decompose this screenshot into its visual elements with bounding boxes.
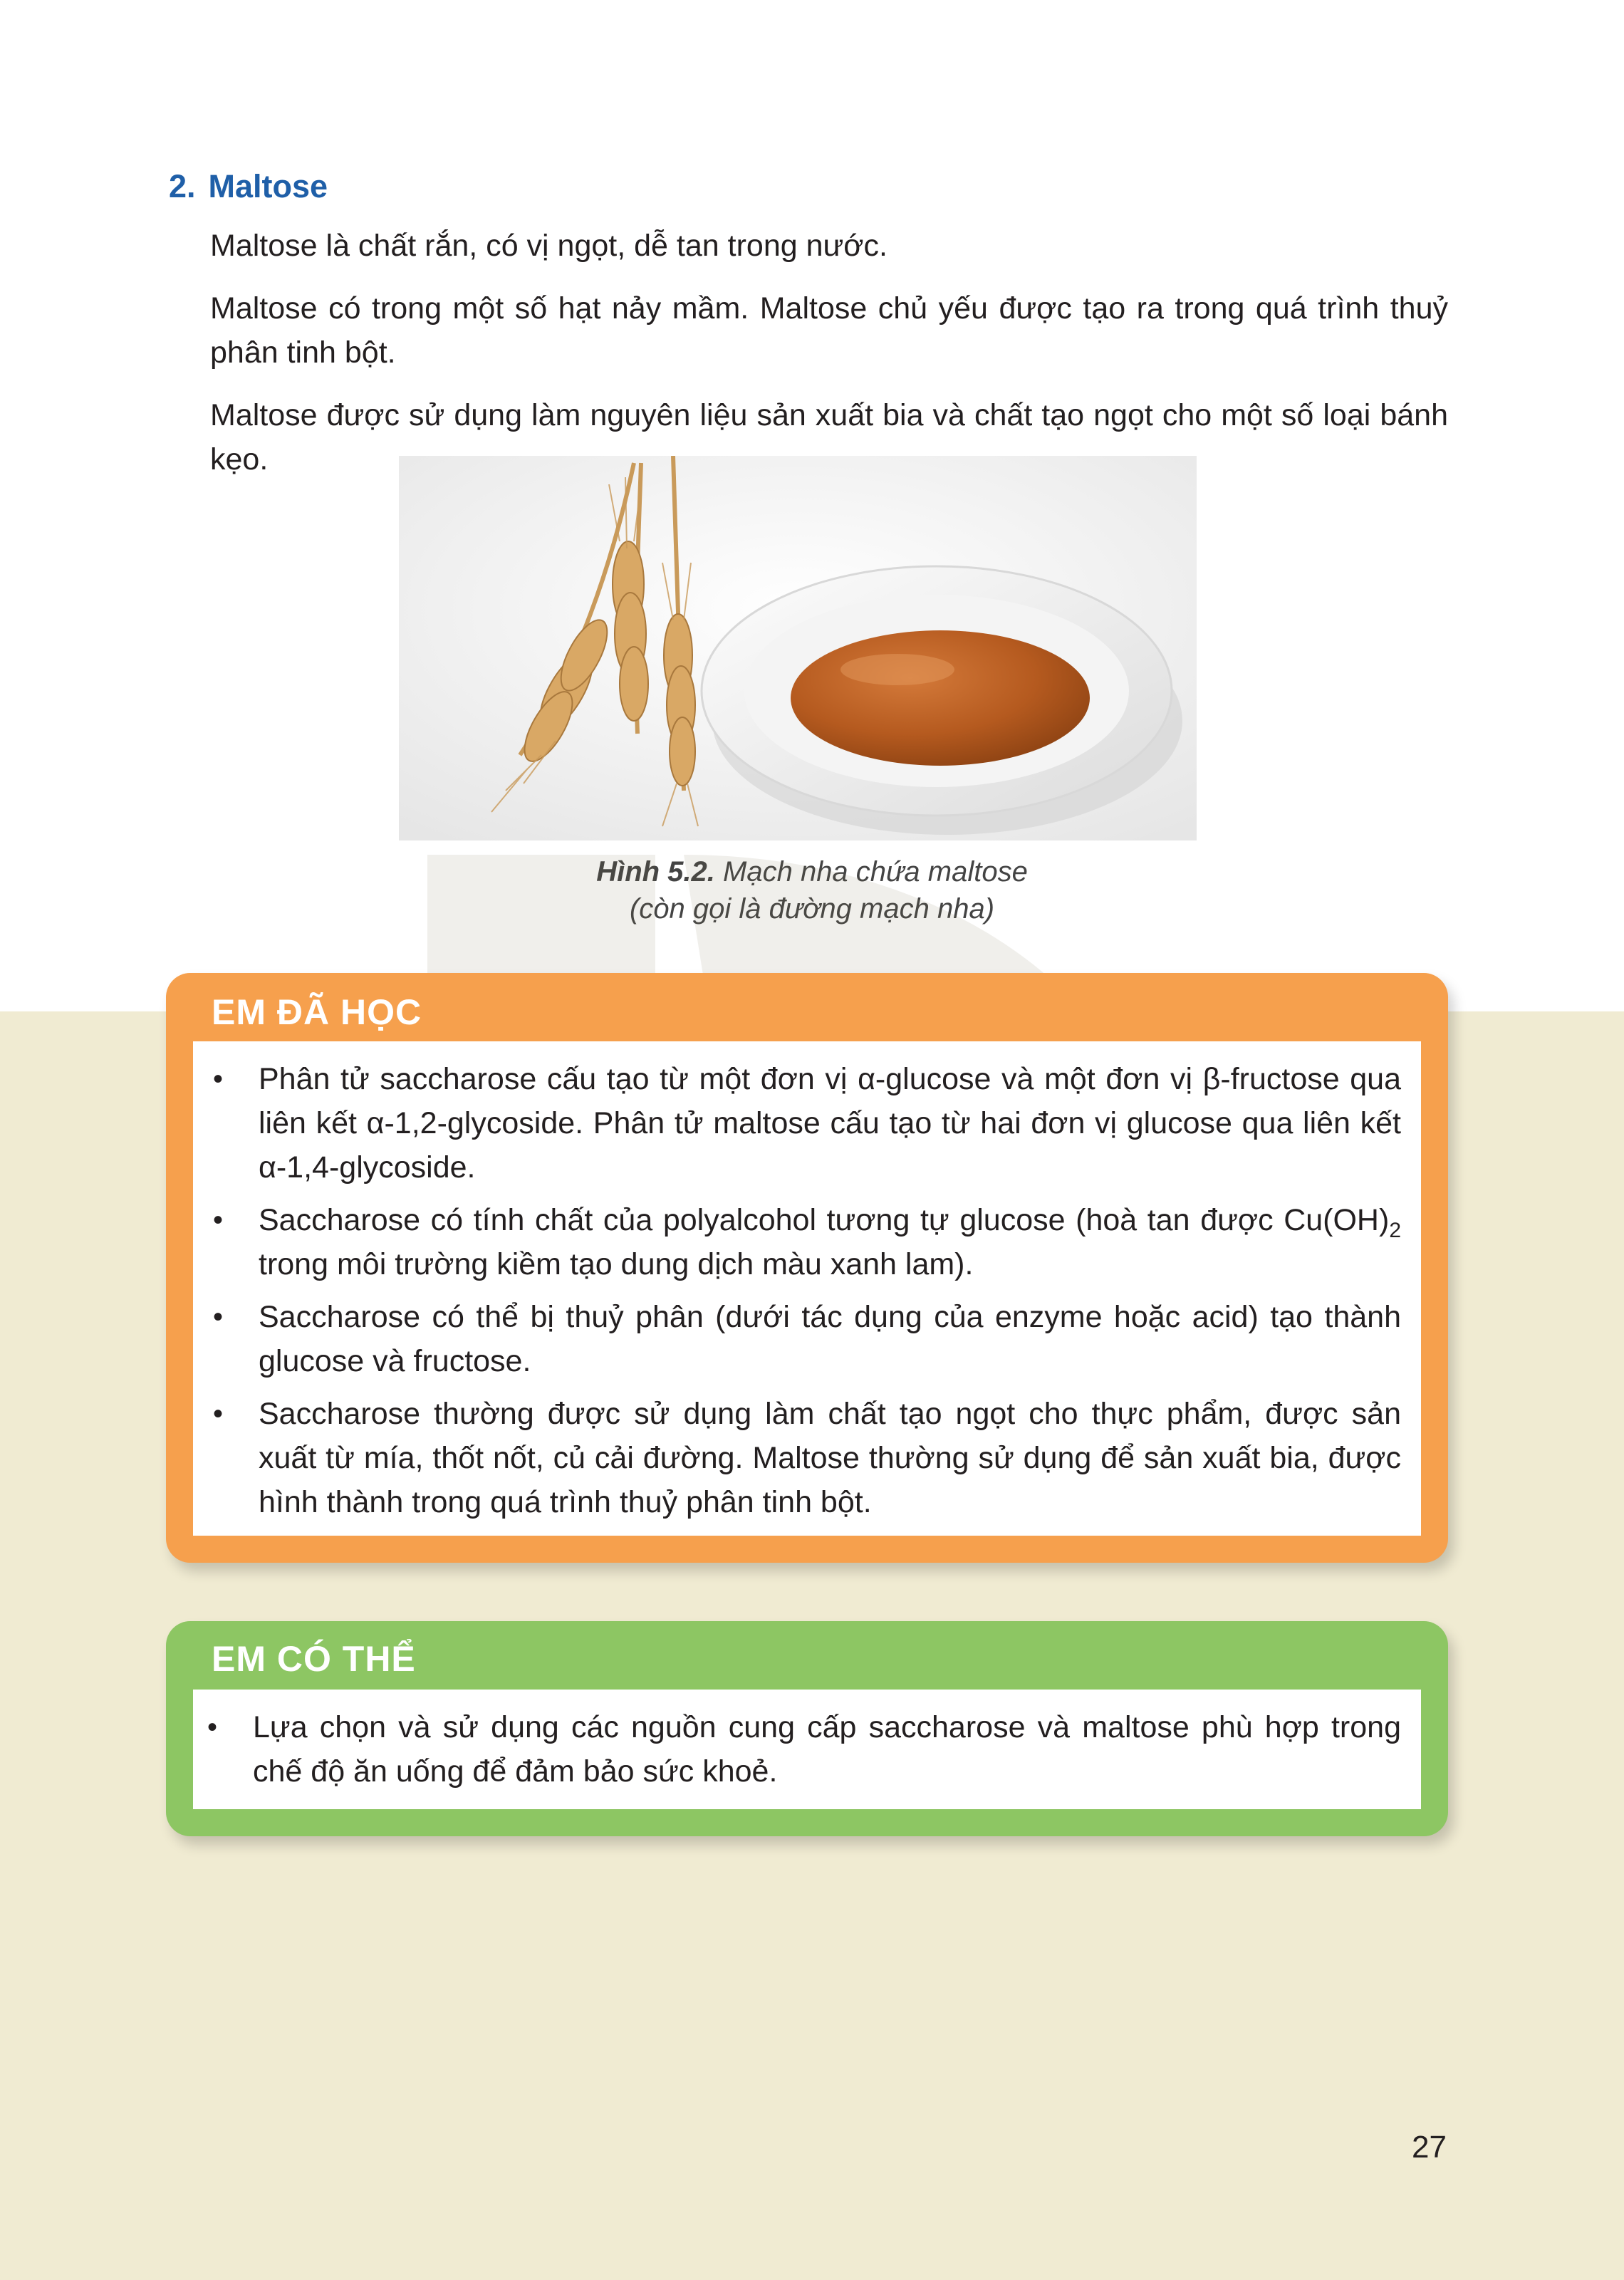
list-item: • Lựa chọn và sử dụng các nguồn cung cấp … — [193, 1705, 1401, 1794]
learned-summary-box: EM ĐÃ HỌC • Phân tử saccharose cấu tạo từ… — [166, 973, 1448, 1563]
maltose-syrup-photo — [399, 456, 1197, 840]
learned-item-text: Saccharose thường được sử dụng làm chất … — [259, 1397, 1401, 1519]
learned-item-text: trong môi trường kiềm tạo dung dịch màu … — [259, 1247, 974, 1281]
learned-item-text: Saccharose có tính chất của polyalcohol … — [259, 1203, 1390, 1237]
subscript: 2 — [1389, 1219, 1401, 1242]
bullet: • — [207, 1712, 218, 1743]
bullet: • — [213, 1301, 224, 1333]
can-do-item-text: Lựa chọn và sử dụng các nguồn cung cấp s… — [253, 1710, 1401, 1789]
learned-list: • Phân tử saccharose cấu tạo từ một đơn v… — [193, 1041, 1421, 1524]
figure-caption: Hình 5.2. Mạch nha chứa maltose (còn gọi… — [499, 853, 1125, 927]
learned-heading: EM ĐÃ HỌC — [212, 992, 422, 1032]
section-heading: 2. Maltose — [169, 168, 328, 205]
paragraph-source: Maltose có trong một số hạt nảy mầm. Mal… — [210, 291, 1448, 370]
figure-caption-line2: (còn gọi là đường mạch nha) — [629, 893, 995, 925]
list-item: • Saccharose có tính chất của polyalcohol… — [193, 1198, 1401, 1286]
figure-caption-line1: Mạch nha chứa maltose — [723, 856, 1028, 887]
can-do-list: • Lựa chọn và sử dụng các nguồn cung cấp … — [193, 1690, 1421, 1794]
list-item: • Saccharose có thể bị thuỷ phân (dưới tá… — [193, 1295, 1401, 1383]
bullet: • — [213, 1204, 224, 1236]
can-do-heading: EM CÓ THỂ — [212, 1639, 416, 1679]
list-item: • Saccharose thường được sử dụng làm chất… — [193, 1392, 1401, 1524]
can-do-box: EM CÓ THỂ • Lựa chọn và sử dụng các nguồn… — [166, 1621, 1448, 1836]
learned-item-text: Saccharose có thể bị thuỷ phân (dưới tác… — [259, 1300, 1401, 1378]
figure-label: Hình 5.2. — [596, 856, 715, 887]
paragraph-properties: Maltose là chất rắn, có vị ngọt, dễ tan … — [210, 229, 888, 263]
wheat-and-syrup-illustration — [399, 456, 1197, 840]
can-do-content: • Lựa chọn và sử dụng các nguồn cung cấp … — [193, 1690, 1421, 1809]
page-number: 27 — [1412, 2130, 1447, 2165]
bullet: • — [213, 1398, 224, 1430]
section-number: 2. — [169, 168, 196, 204]
bullet: • — [213, 1063, 224, 1095]
section-title: Maltose — [208, 168, 328, 204]
learned-content: • Phân tử saccharose cấu tạo từ một đơn v… — [193, 1041, 1421, 1536]
learned-item-text: Phân tử saccharose cấu tạo từ một đơn vị… — [259, 1062, 1401, 1185]
list-item: • Phân tử saccharose cấu tạo từ một đơn v… — [193, 1057, 1401, 1190]
